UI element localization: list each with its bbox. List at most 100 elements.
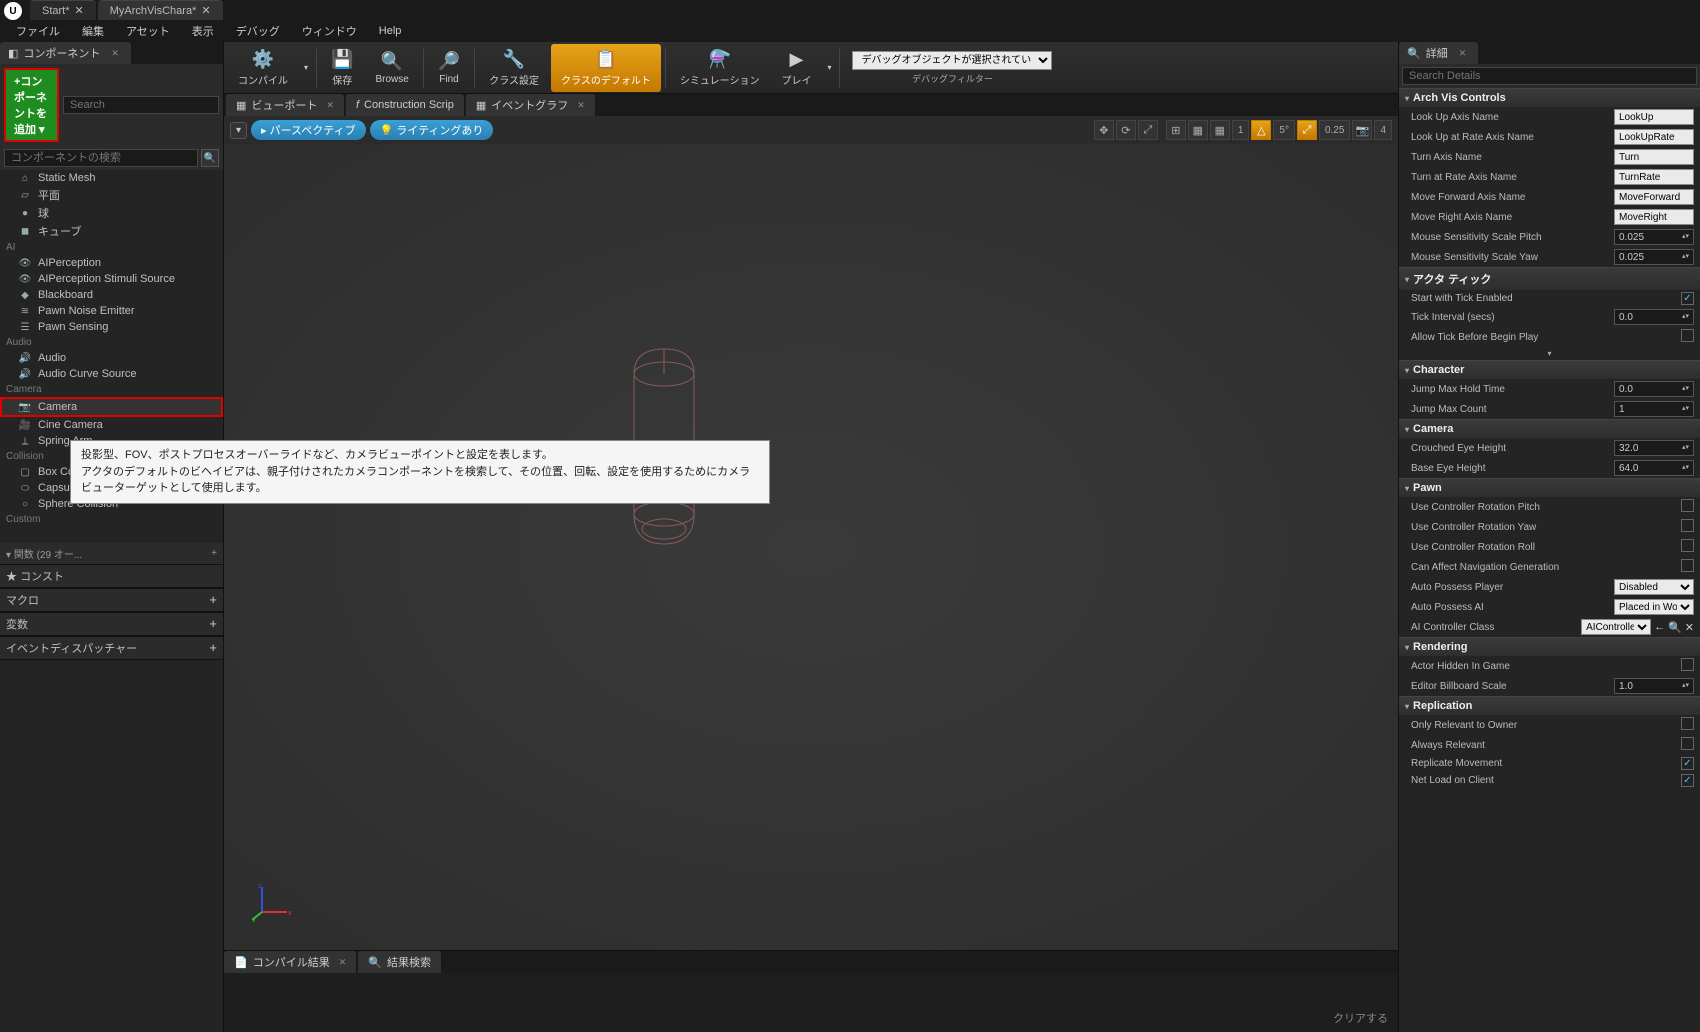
dispatchers-header[interactable]: イベントディスパッチャー+ — [0, 636, 223, 660]
tree-item-static-mesh[interactable]: ⌂Static Mesh — [0, 170, 223, 186]
mover-field[interactable] — [1614, 209, 1694, 225]
spinner-icon[interactable]: ▴▾ — [1682, 255, 1689, 259]
spinner-icon[interactable]: ▴▾ — [1682, 407, 1689, 411]
debug-select[interactable]: デバッグオブジェクトが選択されていません▾ — [852, 51, 1052, 70]
angle-snap-icon[interactable]: △ — [1251, 120, 1271, 140]
save-button[interactable]: 💾保存 — [321, 44, 363, 92]
chevron-down-icon[interactable]: ▾ — [300, 63, 312, 72]
tree-item-cube[interactable]: ◼キューブ — [0, 222, 223, 240]
menu-help[interactable]: Help — [369, 22, 412, 40]
tab-compile-result[interactable]: 📄 コンパイル結果✕ — [224, 951, 356, 973]
compile-button[interactable]: ⚙️コンパイル — [228, 44, 298, 92]
tree-item-audio[interactable]: 🔊Audio — [0, 350, 223, 366]
apa-select[interactable]: Placed in World — [1614, 599, 1694, 615]
atbbp-checkbox[interactable] — [1681, 329, 1694, 342]
tab-find-results[interactable]: 🔍 結果検索 — [358, 951, 441, 973]
menu-asset[interactable]: アセット — [116, 20, 180, 42]
construct-row[interactable]: ★ コンスト — [0, 564, 223, 588]
tree-item-psense[interactable]: ☰Pawn Sensing — [0, 319, 223, 335]
lookuprate-field[interactable] — [1614, 129, 1694, 145]
functions-row[interactable]: ▾ 関数 (29 オー...+ — [0, 543, 223, 564]
viewport[interactable]: x z y — [224, 144, 1398, 950]
macro-header[interactable]: マクロ+ — [0, 588, 223, 612]
cat-pawn[interactable]: Pawn — [1399, 478, 1700, 497]
reset-icon[interactable]: ← — [1654, 621, 1665, 634]
close-icon[interactable]: ✕ — [577, 100, 585, 111]
aic-select[interactable]: AIController — [1581, 619, 1651, 635]
spinner-icon[interactable]: ▴▾ — [1682, 466, 1689, 470]
add-icon[interactable]: + — [209, 592, 217, 607]
details-body[interactable]: Arch Vis Controls Look Up Axis Name Look… — [1399, 88, 1700, 1032]
add-icon[interactable]: + — [209, 616, 217, 631]
movefw-field[interactable] — [1614, 189, 1694, 205]
title-tab-archvis[interactable]: MyArchVisChara*✕ — [98, 0, 223, 20]
menu-file[interactable]: ファイル — [6, 20, 70, 42]
menu-edit[interactable]: 編集 — [72, 20, 114, 42]
details-search-input[interactable] — [1402, 67, 1697, 85]
turnrate-field[interactable] — [1614, 169, 1694, 185]
spinner-icon[interactable]: ▴▾ — [1682, 446, 1689, 450]
close-icon[interactable]: ✕ — [1459, 48, 1467, 59]
tree-item-plane[interactable]: ▱平面 — [0, 186, 223, 204]
viewport-options-dropdown[interactable]: ▾ — [230, 122, 247, 139]
jmht-field[interactable]: 0.0▴▾ — [1614, 381, 1694, 397]
grid-icon[interactable]: ▦ — [1210, 120, 1230, 140]
search-icon[interactable]: 🔍 — [201, 149, 219, 167]
cat-actor-tick[interactable]: アクタ ティック — [1399, 267, 1700, 290]
menu-debug[interactable]: デバッグ — [226, 20, 290, 42]
close-icon[interactable]: ✕ — [201, 4, 210, 17]
ceh-field[interactable]: 32.0▴▾ — [1614, 440, 1694, 456]
app-select[interactable]: Disabled — [1614, 579, 1694, 595]
cat-camera[interactable]: Camera — [1399, 419, 1700, 438]
ucry-checkbox[interactable] — [1681, 519, 1694, 532]
spinner-icon[interactable]: ▴▾ — [1682, 684, 1689, 688]
lit-mode-button[interactable]: 💡 ライティングあり — [370, 120, 494, 140]
rotate-tool-icon[interactable]: ⟳ — [1116, 120, 1136, 140]
menu-view[interactable]: 表示 — [182, 20, 224, 42]
tree-item-acs[interactable]: 🔊Audio Curve Source — [0, 366, 223, 382]
scale-snap-icon[interactable]: ⤢ — [1297, 120, 1317, 140]
clear-link[interactable]: クリアする — [1333, 1010, 1388, 1026]
tab-construction[interactable]: f Construction Scrip — [346, 94, 464, 116]
tint-field[interactable]: 0.0▴▾ — [1614, 309, 1694, 325]
spinner-icon[interactable]: ▴▾ — [1682, 235, 1689, 239]
oro-checkbox[interactable] — [1681, 717, 1694, 730]
swt-checkbox[interactable]: ✓ — [1681, 292, 1694, 305]
cat-replication[interactable]: Replication — [1399, 696, 1700, 715]
rm-checkbox[interactable]: ✓ — [1681, 757, 1694, 770]
menu-window[interactable]: ウィンドウ — [292, 20, 367, 42]
tree-item-aiperception[interactable]: 👁AIPerception — [0, 255, 223, 271]
nloc-checkbox[interactable]: ✓ — [1681, 774, 1694, 787]
ucrr-checkbox[interactable] — [1681, 539, 1694, 552]
clear-icon[interactable]: ✕ — [1685, 621, 1694, 634]
perspective-button[interactable]: ▸ パースペクティブ — [251, 120, 366, 140]
debug-object-selector[interactable]: デバッグオブジェクトが選択されていません▾ デバッグフィルター — [844, 47, 1060, 89]
ahig-checkbox[interactable] — [1681, 658, 1694, 671]
spinner-icon[interactable]: ▴▾ — [1682, 315, 1689, 319]
class-settings-button[interactable]: 🔧クラス設定 — [479, 44, 549, 92]
browse-icon[interactable]: 🔍 — [1668, 621, 1682, 634]
move-tool-icon[interactable]: ✥ — [1094, 120, 1114, 140]
turn-field[interactable] — [1614, 149, 1694, 165]
tab-viewport[interactable]: ▦ ビューポート✕ — [226, 94, 344, 116]
snap-grid-icon[interactable]: ⊞ — [1166, 120, 1186, 140]
tree-item-blackboard[interactable]: ◆Blackboard — [0, 287, 223, 303]
mssy-field[interactable]: 0.025▴▾ — [1614, 249, 1694, 265]
close-icon[interactable]: ✕ — [75, 4, 84, 17]
class-defaults-button[interactable]: 📋クラスのデフォルト — [551, 44, 661, 92]
add-component-button[interactable]: +コンポーネントを追加 ▾ — [4, 68, 59, 142]
tab-eventgraph[interactable]: ▦ イベントグラフ✕ — [466, 94, 595, 116]
snap-toggle-icon[interactable]: ▦ — [1188, 120, 1208, 140]
find-button[interactable]: 🔎Find — [428, 44, 470, 92]
chevron-down-icon[interactable]: ▾ — [823, 63, 835, 72]
close-icon[interactable]: ✕ — [326, 100, 334, 111]
tree-item-sphere[interactable]: ●球 — [0, 204, 223, 222]
snap-value[interactable]: 4 — [1374, 120, 1392, 140]
add-icon[interactable]: + — [209, 640, 217, 655]
play-button[interactable]: ▶プレイ — [771, 44, 821, 92]
component-search-top[interactable] — [63, 96, 219, 114]
component-search-input[interactable] — [4, 149, 198, 167]
camera-speed-icon[interactable]: 📷 — [1352, 120, 1372, 140]
ar-checkbox[interactable] — [1681, 737, 1694, 750]
cat-character[interactable]: Character — [1399, 360, 1700, 379]
